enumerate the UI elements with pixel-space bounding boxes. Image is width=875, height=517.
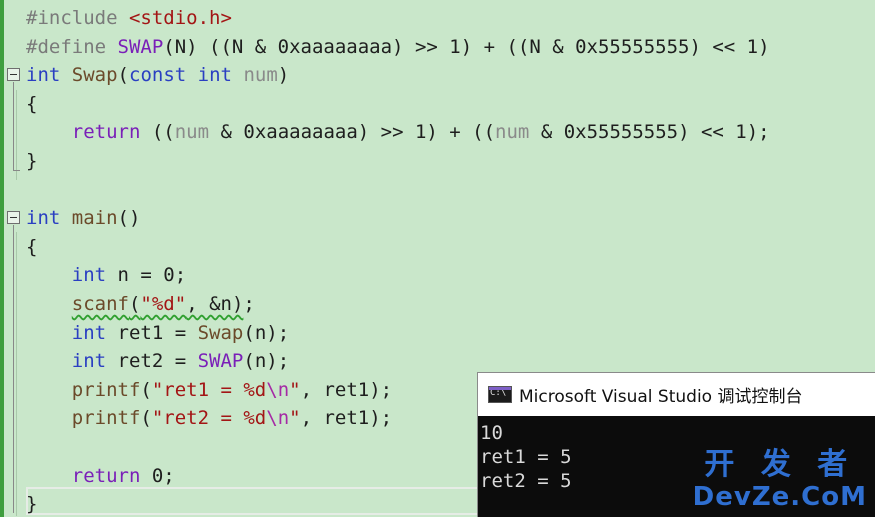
code-token: num [243, 64, 278, 87]
code-token: ret1 = [106, 321, 198, 344]
code-token: SWAP [117, 35, 164, 58]
code-token: n = 0; [106, 264, 187, 287]
code-token: "%d" [140, 293, 187, 315]
indent-guide [16, 232, 17, 516]
code-token: return [71, 464, 141, 487]
code-token: & 0x55555555) << 1); [529, 121, 770, 144]
code-token: printf [71, 407, 141, 430]
code-token: " [289, 407, 301, 430]
code-token: (n); [243, 350, 290, 373]
indent-guide [16, 90, 17, 180]
code-token: Swap [71, 64, 118, 87]
code-token: { [26, 92, 38, 115]
code-token: main [71, 207, 118, 230]
code-token: num [174, 121, 210, 144]
fold-guide-line [13, 82, 14, 170]
devze-watermark-logo: 开 发 者 DevZe.CoM [692, 447, 867, 513]
code-token: Swap [197, 321, 244, 344]
collapse-main-function-icon[interactable] [7, 211, 20, 224]
code-token: "ret2 = %d [151, 407, 267, 430]
code-token: SWAP [197, 350, 244, 373]
code-token: , ret1); [300, 378, 393, 401]
code-token: scanf [71, 293, 129, 315]
code-token: #define [26, 35, 118, 58]
code-token: ; [243, 293, 255, 315]
code-token: int [197, 64, 232, 87]
watermark-top-text: 开 发 者 [704, 447, 856, 482]
code-token: int [71, 321, 107, 344]
code-line[interactable]: { [26, 233, 37, 261]
code-token: 0; [140, 464, 175, 487]
code-token: return [71, 121, 141, 144]
code-token: const [129, 64, 187, 87]
code-token: int [26, 207, 61, 230]
code-token: } [26, 150, 38, 172]
code-token: () [117, 207, 141, 230]
watermark-bottom-text: DevZe.CoM [692, 482, 867, 512]
collapse-swap-function-icon[interactable] [7, 68, 20, 81]
console-output-line: 10 [480, 422, 503, 444]
code-token: int [26, 64, 61, 87]
code-line[interactable]: scanf("%d", &n); [26, 290, 255, 318]
code-token: (N) ((N & 0xaaaaaaaa) >> 1) + ((N & 0x55… [163, 35, 770, 58]
code-token: ( [128, 293, 141, 315]
code-token: \n [266, 407, 290, 430]
code-token: & 0xaaaaaaaa) >> 1) + (( [209, 121, 496, 144]
code-token: num [495, 121, 530, 144]
code-token: , &n) [186, 293, 244, 315]
code-token: } [26, 493, 38, 516]
code-line[interactable]: return ((num & 0xaaaaaaaa) >> 1) + ((num… [26, 118, 770, 146]
code-line[interactable]: } [26, 490, 37, 517]
code-line[interactable]: #include <stdio.h> [26, 4, 232, 32]
code-token: #include [26, 7, 129, 29]
code-token: " [289, 378, 301, 401]
code-line[interactable]: #define SWAP(N) ((N & 0xaaaaaaaa) >> 1) … [26, 33, 770, 61]
code-line[interactable]: int main() [26, 204, 140, 232]
code-line[interactable]: printf("ret2 = %d\n", ret1); [26, 404, 392, 432]
code-token: ( [117, 64, 129, 87]
code-token: , ret1); [300, 407, 393, 430]
code-token: ( [140, 378, 152, 401]
code-token: int [71, 350, 107, 373]
code-line[interactable]: } [26, 147, 37, 175]
code-line[interactable]: { [26, 90, 37, 118]
change-indicator-bar [0, 0, 4, 517]
fold-guide-line [13, 225, 14, 513]
code-line[interactable]: int n = 0; [26, 261, 186, 289]
code-line[interactable]: return 0; [26, 462, 175, 490]
code-token: <stdio.h> [128, 7, 232, 29]
code-token: (n); [243, 321, 290, 344]
code-line[interactable]: int ret1 = Swap(n); [26, 319, 289, 347]
current-line-highlight [26, 487, 480, 515]
code-token: ( [140, 407, 152, 430]
code-line[interactable]: int ret2 = SWAP(n); [26, 347, 289, 375]
code-token: ) [277, 64, 290, 87]
code-token: printf [71, 378, 141, 401]
code-line[interactable]: printf("ret1 = %d\n", ret1); [26, 376, 392, 404]
console-title: Microsoft Visual Studio 调试控制台 [519, 387, 803, 407]
code-token: int [71, 264, 107, 287]
fold-end-marker [13, 170, 20, 171]
code-token: (( [140, 121, 175, 144]
code-token: \n [266, 378, 290, 401]
code-token: "ret1 = %d [151, 378, 267, 401]
code-token: ret2 = [106, 350, 198, 373]
console-titlebar[interactable]: Microsoft Visual Studio 调试控制台 [478, 373, 875, 416]
console-window-icon [488, 386, 512, 403]
code-line[interactable]: int Swap(const int num) [26, 61, 289, 89]
code-token: { [26, 235, 38, 258]
